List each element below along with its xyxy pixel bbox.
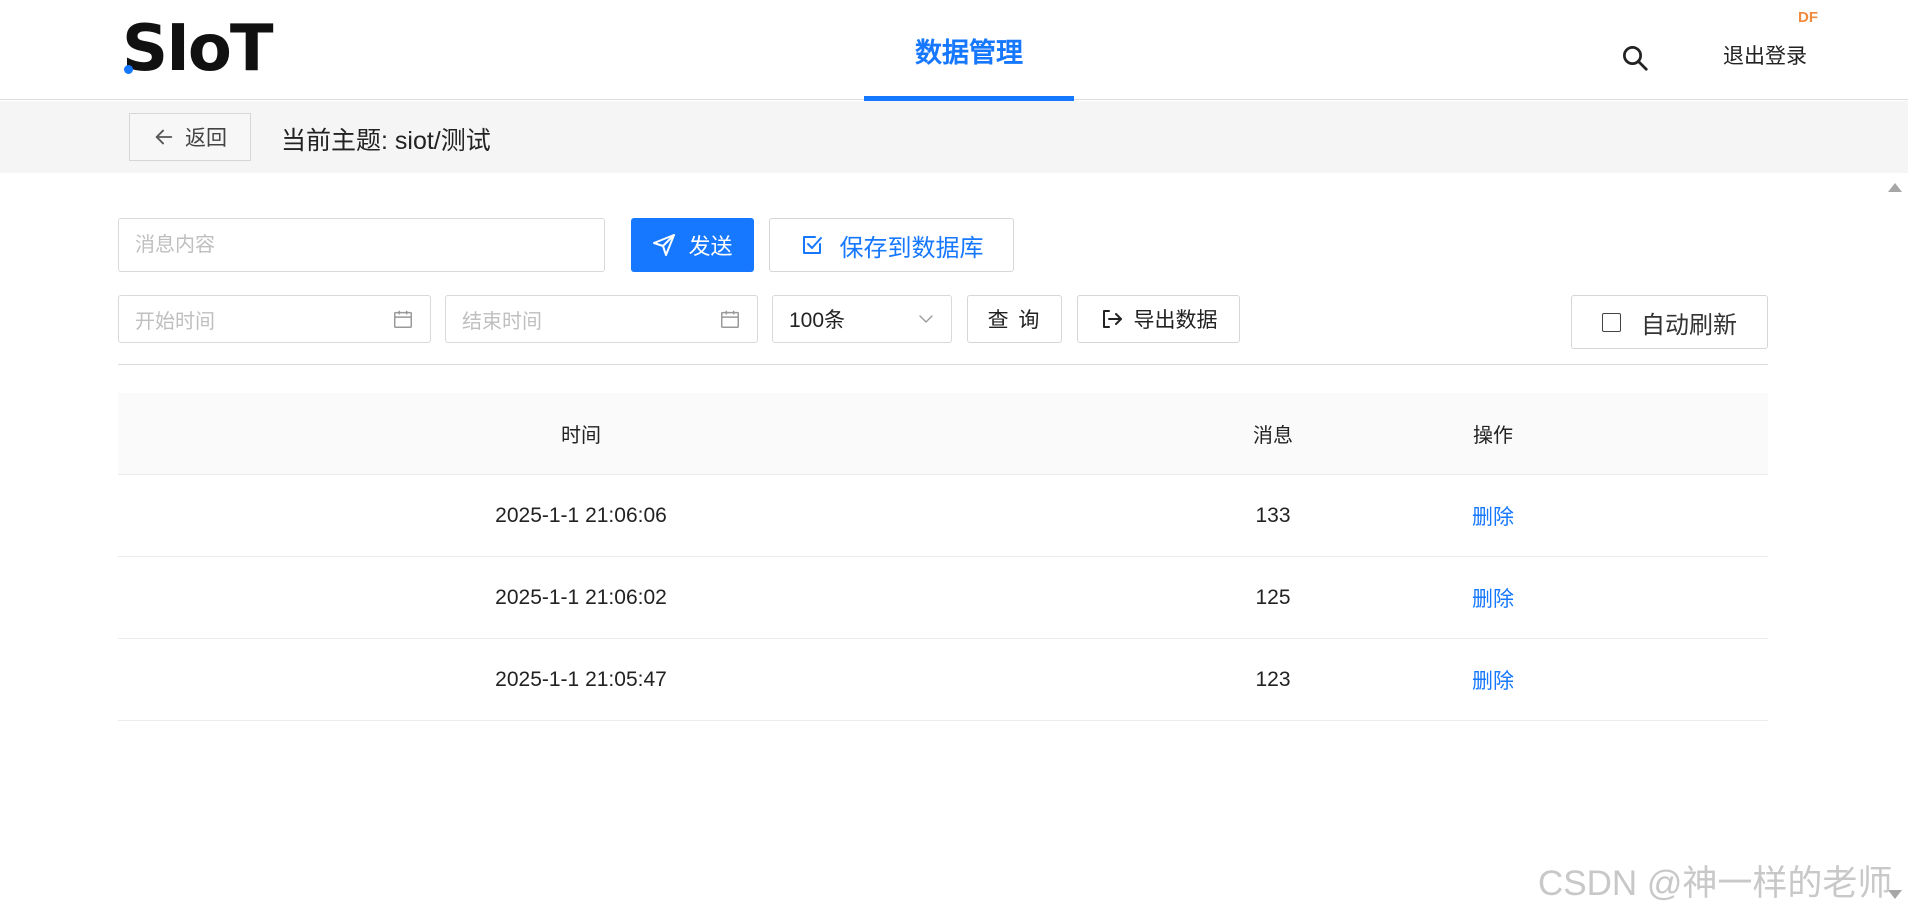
check-square-icon	[802, 236, 822, 254]
export-data-button[interactable]: 导出数据	[1077, 295, 1240, 343]
column-header-action: 操作	[1473, 425, 1513, 447]
logout-button[interactable]: 退出登录	[1723, 40, 1807, 70]
table-row: 2025-1-1 21:06:06 133 删除	[118, 475, 1768, 557]
back-button[interactable]: 返回	[129, 113, 251, 161]
end-time-picker[interactable]: 结束时间	[445, 295, 758, 343]
table-header: 时间 消息 操作	[118, 393, 1768, 475]
record-count-select[interactable]: 100条	[772, 295, 952, 343]
export-button-label: 导出数据	[1133, 309, 1218, 332]
paper-plane-icon	[653, 234, 676, 256]
send-button-label: 发送	[688, 234, 733, 259]
send-button[interactable]: 发送	[631, 218, 754, 272]
logo-dot	[124, 65, 133, 74]
delete-link[interactable]: 删除	[1472, 665, 1514, 695]
scroll-up-arrow[interactable]	[1888, 183, 1902, 192]
app-header: SIoT 数据管理 退出登录 DF	[0, 0, 1908, 101]
row-message: 123	[1255, 667, 1291, 691]
current-topic: 当前主题: siot/测试	[281, 127, 491, 155]
save-button-label: 保存到数据库	[839, 234, 984, 262]
export-icon	[1102, 310, 1122, 328]
nav-tab-label: 数据管理	[915, 37, 1023, 68]
app-logo[interactable]: SIoT	[122, 12, 274, 86]
nav-tab-data-management[interactable]: 数据管理	[864, 0, 1074, 101]
calendar-icon	[394, 310, 412, 328]
topic-bar: 返回 当前主题: siot/测试	[0, 101, 1908, 173]
table-row: 2025-1-1 21:05:47 123 删除	[118, 639, 1768, 721]
row-time: 2025-1-1 21:06:02	[495, 585, 667, 609]
back-button-label: 返回	[185, 127, 227, 150]
column-header-message: 消息	[1253, 425, 1293, 447]
query-button-label: 查 询	[987, 309, 1042, 332]
calendar-icon	[721, 310, 739, 328]
auto-refresh-toggle[interactable]: 自动刷新	[1571, 295, 1768, 349]
message-input[interactable]	[118, 218, 605, 272]
search-icon[interactable]	[1620, 43, 1650, 73]
auto-refresh-label: 自动刷新	[1641, 311, 1737, 339]
record-count-value: 100条	[789, 309, 846, 332]
start-time-picker[interactable]: 开始时间	[118, 295, 431, 343]
row-time: 2025-1-1 21:05:47	[495, 667, 667, 691]
query-button[interactable]: 查 询	[967, 295, 1062, 343]
start-time-placeholder: 开始时间	[135, 310, 215, 333]
row-message: 133	[1255, 503, 1291, 527]
auto-refresh-checkbox[interactable]	[1602, 312, 1621, 332]
delete-link[interactable]: 删除	[1472, 501, 1514, 531]
toolbar-divider	[118, 364, 1768, 365]
column-header-time: 时间	[561, 425, 601, 447]
arrow-left-icon	[155, 129, 173, 145]
message-table: 时间 消息 操作 2025-1-1 21:06:06 133 删除 2025-1…	[118, 393, 1768, 721]
logo-text: SIoT	[122, 12, 274, 86]
delete-link[interactable]: 删除	[1472, 583, 1514, 613]
table-row: 2025-1-1 21:06:02 125 删除	[118, 557, 1768, 639]
save-to-database-button[interactable]: 保存到数据库	[769, 218, 1014, 272]
row-message: 125	[1255, 585, 1291, 609]
row-time: 2025-1-1 21:06:06	[495, 503, 667, 527]
df-badge: DF	[1798, 9, 1818, 26]
watermark: CSDN @神一样的老师	[1538, 864, 1893, 903]
chevron-down-icon	[919, 315, 933, 323]
end-time-placeholder: 结束时间	[462, 310, 542, 333]
